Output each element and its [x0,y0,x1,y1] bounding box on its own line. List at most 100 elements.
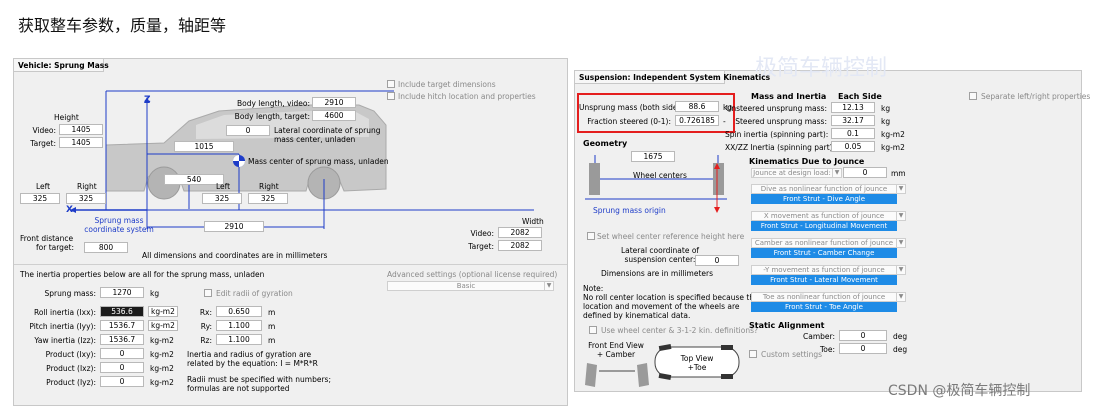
divider [14,264,567,265]
toe-function[interactable]: Front Strut - Toe Angle [751,302,897,312]
sprung-mass-origin-label: Sprung mass origin [593,206,666,215]
set-wheel-center-label: Set wheel center reference height here [597,232,745,241]
rz-input[interactable]: 1.100 [216,334,262,345]
roll-input[interactable]: 536.6 [100,306,144,317]
toe-select[interactable]: Toe as nonlinear function of jounce [751,292,897,302]
chevron-down-icon[interactable]: ▼ [896,292,906,302]
front-right-input[interactable]: 325 [66,193,106,204]
set-wheel-center-checkbox[interactable] [587,232,595,240]
height-video-label: Video: [32,126,56,135]
chevron-down-icon[interactable]: ▼ [896,265,906,275]
front-left-input[interactable]: 325 [20,193,60,204]
jounce-input[interactable]: 0 [843,167,887,178]
camber-unit: deg [893,332,908,341]
lat-coord-label-1: Lateral coordinate of [620,246,700,255]
pxy-input[interactable]: 0 [100,348,144,359]
ry-input[interactable]: 1.100 [216,320,262,331]
rear-right-input[interactable]: 325 [248,193,288,204]
front-distance-input[interactable]: 800 [84,242,128,253]
x-axis-label: X [66,205,73,215]
yaw-input[interactable]: 1536.7 [100,334,144,345]
camber-select[interactable]: Camber as nonlinear function of jounce [751,238,897,248]
lat-coord-input[interactable]: 0 [695,255,739,266]
steered-input[interactable]: 32.17 [831,115,875,126]
yaw-label: Yaw inertia (Izz): [34,336,96,345]
dims-mm-label: Dimensions are in millimeters [601,269,713,278]
body-length-target-label: Body length, target: [234,112,310,121]
toe-input[interactable]: 0 [839,343,887,354]
jounce-unit: mm [891,169,906,178]
chevron-down-icon[interactable]: ▼ [896,238,906,248]
wheel-centers-label: Wheel centers [633,171,687,180]
chevron-down-icon[interactable]: ▼ [896,211,906,221]
include-hitch-checkbox[interactable] [387,92,395,100]
track-input[interactable]: 1675 [631,151,675,162]
unsteered-input[interactable]: 12.13 [831,102,875,113]
xxzz-unit: kg-m2 [881,143,905,152]
separate-lr-checkbox[interactable] [969,92,977,100]
unsprung-input[interactable]: 88.6 [675,101,719,112]
roll-unit[interactable]: kg-m2 [148,306,178,317]
edit-radii-checkbox[interactable] [204,289,212,297]
front-end-view-label-1: Front End View [588,341,644,350]
ymove-function[interactable]: Front Strut - Lateral Movement [751,275,897,285]
dive-select[interactable]: Dive as nonlinear function of jounce [751,184,897,194]
xxzz-input[interactable]: 0.05 [831,141,875,152]
each-side-heading: Each Side [838,92,882,101]
arrow-down-icon [714,207,720,213]
spin-input[interactable]: 0.1 [831,128,875,139]
width-video-input[interactable]: 2082 [498,227,542,238]
rz-label: Rz: [200,336,212,345]
cg-z-input[interactable]: 540 [164,174,224,185]
xmove-select[interactable]: X movement as function of jounce [751,211,897,221]
advanced-select[interactable]: Basic [387,281,545,291]
mass-center-label: Mass center of sprung mass, unladen [248,157,389,166]
width-video-label: Video: [470,229,494,238]
pxz-input[interactable]: 0 [100,362,144,373]
pitch-unit[interactable]: kg-m2 [148,320,178,331]
rear-left-label: Left [216,182,231,191]
pxz-label: Product (Ixz): [46,364,96,373]
note-title: Note: [583,284,604,293]
use-wheel-center-label: Use wheel center & 3-1-2 kin. definition… [601,326,758,335]
xmove-function[interactable]: Front Strut - Longitudinal Movement [751,221,897,231]
wheelbase-input[interactable]: 2910 [204,221,264,232]
chevron-down-icon[interactable]: ▼ [896,184,906,194]
front-left-label: Left [36,182,51,191]
static-alignment-heading: Static Alignment [749,321,825,330]
include-target-dims-checkbox[interactable] [387,80,395,88]
note-line-2: location and movement of the wheels are [583,302,740,311]
jounce-select[interactable]: Jounce at design load: [751,168,833,178]
custom-settings-checkbox[interactable] [749,350,757,358]
unsteered-label: Unsteered unsprung mass: [725,104,827,113]
chevron-down-icon[interactable]: ▼ [544,281,554,291]
height-target-input[interactable]: 1405 [59,137,103,148]
pyz-input[interactable]: 0 [100,376,144,387]
body-length-video-input[interactable]: 2910 [312,97,356,108]
dive-function[interactable]: Front Strut - Dive Angle [751,194,897,204]
rx-input[interactable]: 0.650 [216,306,262,317]
rz-unit: m [268,336,276,345]
use-wheel-center-checkbox[interactable] [589,326,597,334]
sprung-mass-input[interactable]: 1270 [100,287,144,298]
lateral-coord-input[interactable]: 0 [226,125,270,136]
pxy-unit: kg-m2 [150,350,174,359]
fraction-input[interactable]: 0.726185 [675,115,719,126]
body-length-video-label: Body length, video: [236,99,310,108]
width-target-input[interactable]: 2082 [498,240,542,251]
camber-label: Camber: [803,332,835,341]
ry-unit: m [268,322,276,331]
camber-input[interactable]: 0 [839,330,887,341]
rear-left-input[interactable]: 325 [202,193,242,204]
cg-x-input[interactable]: 1015 [174,141,234,152]
body-length-target-input[interactable]: 4600 [312,110,356,121]
rear-right-label: Right [259,182,279,191]
ymove-select[interactable]: -Y movement as function of jounce [751,265,897,275]
height-video-input[interactable]: 1405 [59,124,103,135]
pyz-unit: kg-m2 [150,378,174,387]
pitch-input[interactable]: 1536.7 [100,320,144,331]
background-watermark: 极简车辆控制 [755,56,888,81]
camber-function[interactable]: Front Strut - Camber Change [751,248,897,258]
chevron-down-icon[interactable]: ▼ [832,168,842,178]
top-view-label-1: Top View [680,354,714,363]
